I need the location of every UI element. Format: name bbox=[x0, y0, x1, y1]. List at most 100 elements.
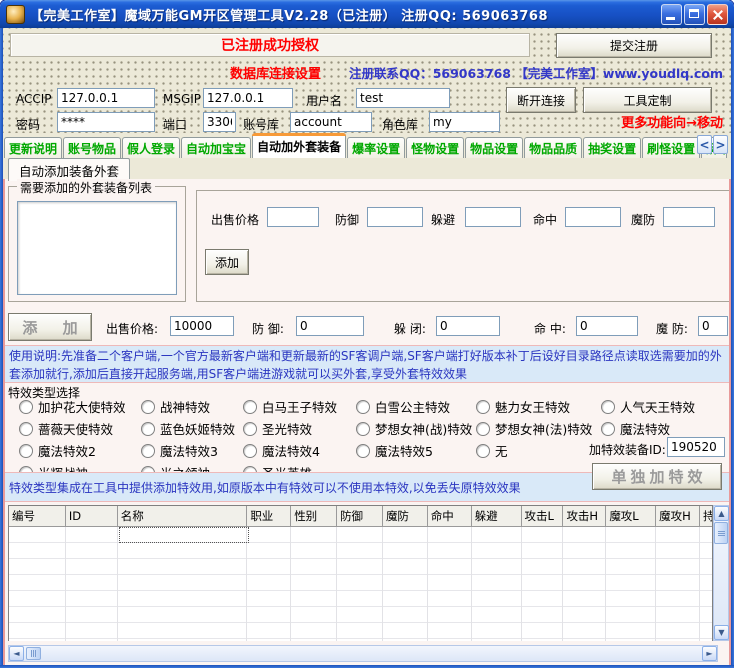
effect-option[interactable]: 魔法特效5 bbox=[356, 441, 433, 460]
submit-registration-button[interactable]: 提交注册 bbox=[556, 33, 712, 58]
radio-icon bbox=[243, 400, 257, 414]
column-header[interactable]: 魔攻L bbox=[606, 506, 656, 526]
thumb-grip-icon bbox=[33, 650, 34, 657]
dodge-input[interactable] bbox=[465, 207, 521, 227]
tab-item[interactable]: 假人登录 bbox=[122, 137, 180, 158]
price2-input[interactable] bbox=[170, 316, 234, 336]
horizontal-scroll-thumb[interactable] bbox=[26, 647, 41, 660]
tab-item[interactable]: 爆率设置 bbox=[347, 137, 405, 158]
disconnect-button[interactable]: 断开连接 bbox=[506, 87, 576, 113]
column-header[interactable]: 躲避 bbox=[472, 506, 522, 526]
effect-option[interactable]: 蔷薇天使特效 bbox=[19, 419, 113, 438]
column-header[interactable]: 命中 bbox=[428, 506, 472, 526]
mdef-input[interactable] bbox=[663, 207, 715, 227]
column-header[interactable]: 编号 bbox=[9, 506, 66, 526]
port-input[interactable] bbox=[203, 112, 236, 132]
effect-option[interactable]: 魔法特效2 bbox=[19, 441, 96, 460]
tab-item[interactable]: 物品设置 bbox=[465, 137, 523, 158]
effect-option[interactable]: 魔法特效4 bbox=[243, 441, 320, 460]
effect-option-label: 人气天王特效 bbox=[620, 397, 695, 416]
effect-option[interactable]: 白马王子特效 bbox=[243, 397, 337, 416]
column-header[interactable]: 魔防 bbox=[383, 506, 428, 526]
effect-option-label: 魔法特效2 bbox=[38, 441, 96, 460]
add-button[interactable]: 添加 bbox=[205, 249, 249, 275]
mdef-label: 魔防 bbox=[631, 211, 655, 228]
column-header[interactable]: 职业 bbox=[247, 506, 291, 526]
minimize-button[interactable] bbox=[661, 4, 682, 25]
tab-item[interactable]: 更新说明 bbox=[4, 137, 62, 158]
effect-option[interactable]: 白雪公主特效 bbox=[356, 397, 450, 416]
add-all-button[interactable]: 添 加 bbox=[8, 313, 92, 341]
radio-icon bbox=[476, 422, 490, 436]
grid-horizontal-scrollbar[interactable]: ◄ ► bbox=[8, 645, 718, 662]
column-header[interactable]: ID bbox=[66, 506, 118, 526]
effect-option-label: 魔法特效 bbox=[620, 419, 670, 438]
port-label: 端口 bbox=[163, 116, 187, 133]
effect-option[interactable]: 魔法特效3 bbox=[141, 441, 218, 460]
grid-vertical-scrollbar[interactable]: ▲ ▼ bbox=[713, 505, 729, 641]
title-bar[interactable]: 【完美工作室】魔域万能GM开区管理工具V2.28（已注册） 注册QQ: 5690… bbox=[0, 0, 734, 28]
column-header[interactable]: 魔攻H bbox=[656, 506, 700, 526]
tool-customize-button[interactable]: 工具定制 bbox=[583, 87, 712, 113]
tab-item-active[interactable]: 自动加外套装备 bbox=[252, 133, 346, 158]
username-input[interactable] bbox=[356, 88, 450, 108]
column-header[interactable]: 攻击H bbox=[563, 506, 606, 526]
effect-option-label: 加护花大使特效 bbox=[38, 397, 126, 416]
column-header[interactable]: 攻击L bbox=[522, 506, 564, 526]
hit-input[interactable] bbox=[565, 207, 621, 227]
price-input[interactable] bbox=[267, 207, 319, 227]
column-header[interactable]: 防御 bbox=[337, 506, 383, 526]
scroll-up-icon[interactable]: ▲ bbox=[714, 506, 729, 521]
column-header[interactable]: 名称 bbox=[118, 506, 248, 526]
maximize-button[interactable] bbox=[684, 4, 705, 25]
effect-option[interactable]: 圣光特效 bbox=[243, 419, 312, 438]
effect-option[interactable]: 魅力女王特效 bbox=[476, 397, 570, 416]
tab-item[interactable]: 物品品质 bbox=[524, 137, 582, 158]
msgip-input[interactable] bbox=[203, 88, 293, 108]
tab-scroll-left-icon[interactable]: < bbox=[697, 135, 712, 154]
app-window: 【完美工作室】魔域万能GM开区管理工具V2.28（已注册） 注册QQ: 5690… bbox=[0, 0, 734, 668]
grid-column bbox=[9, 527, 66, 641]
accip-input[interactable] bbox=[57, 88, 155, 108]
mdef2-input[interactable] bbox=[698, 316, 728, 336]
account-db-input[interactable] bbox=[290, 112, 372, 132]
effect-option[interactable]: 人气天王特效 bbox=[601, 397, 695, 416]
role-db-input[interactable] bbox=[429, 112, 500, 132]
more-features-label: 更多功能向→移动 bbox=[621, 112, 723, 131]
scroll-down-icon[interactable]: ▼ bbox=[714, 625, 729, 640]
vertical-scroll-thumb[interactable] bbox=[714, 522, 728, 544]
grid-column bbox=[337, 527, 383, 641]
effect-option[interactable]: 无 bbox=[476, 441, 508, 460]
tab-item[interactable]: 账号物品 bbox=[63, 137, 121, 158]
grid-focus-cell[interactable] bbox=[119, 527, 249, 543]
effect-option-label: 无 bbox=[495, 441, 508, 460]
tab-item[interactable]: 自动加宝宝 bbox=[181, 137, 251, 158]
subtab-auto-add-outfit[interactable]: 自动添加装备外套 bbox=[8, 158, 130, 181]
effect-option[interactable]: 加护花大使特效 bbox=[19, 397, 126, 416]
tab-item[interactable]: 刷怪设置 bbox=[642, 137, 700, 158]
outfit-equip-listbox[interactable] bbox=[17, 201, 177, 295]
effect-option[interactable]: 梦想女神(战)特效 bbox=[356, 419, 472, 438]
grid-body[interactable] bbox=[9, 527, 712, 641]
effect-option[interactable]: 蓝色妖姬特效 bbox=[141, 419, 235, 438]
tab-scroll-right-icon[interactable]: > bbox=[713, 135, 728, 154]
apply-effect-button[interactable]: 单独加特效 bbox=[592, 463, 722, 490]
close-button[interactable] bbox=[707, 4, 728, 25]
scroll-left-icon[interactable]: ◄ bbox=[9, 646, 24, 661]
dodge2-input[interactable] bbox=[436, 316, 500, 336]
effect-option[interactable]: 梦想女神(法)特效 bbox=[476, 419, 592, 438]
defense-input[interactable] bbox=[367, 207, 423, 227]
tab-item[interactable]: 怪物设置 bbox=[406, 137, 464, 158]
password-input[interactable] bbox=[57, 112, 155, 132]
tab-item[interactable]: 抽奖设置 bbox=[583, 137, 641, 158]
effect-option[interactable]: 战神特效 bbox=[141, 397, 210, 416]
effect-option[interactable]: 魔法特效 bbox=[601, 419, 670, 438]
equip-data-grid[interactable]: 编号 ID 名称 职业 性别 防御 魔防 命中 躲避 攻击L 攻击H 魔攻L 魔… bbox=[8, 505, 713, 641]
hit2-input[interactable] bbox=[576, 316, 638, 336]
effect-equip-id-input[interactable] bbox=[667, 437, 725, 457]
column-header[interactable]: 性别 bbox=[291, 506, 337, 526]
minimize-icon bbox=[666, 17, 675, 20]
column-header[interactable]: 持 bbox=[700, 506, 712, 526]
scroll-right-icon[interactable]: ► bbox=[702, 646, 717, 661]
defense2-input[interactable] bbox=[296, 316, 364, 336]
